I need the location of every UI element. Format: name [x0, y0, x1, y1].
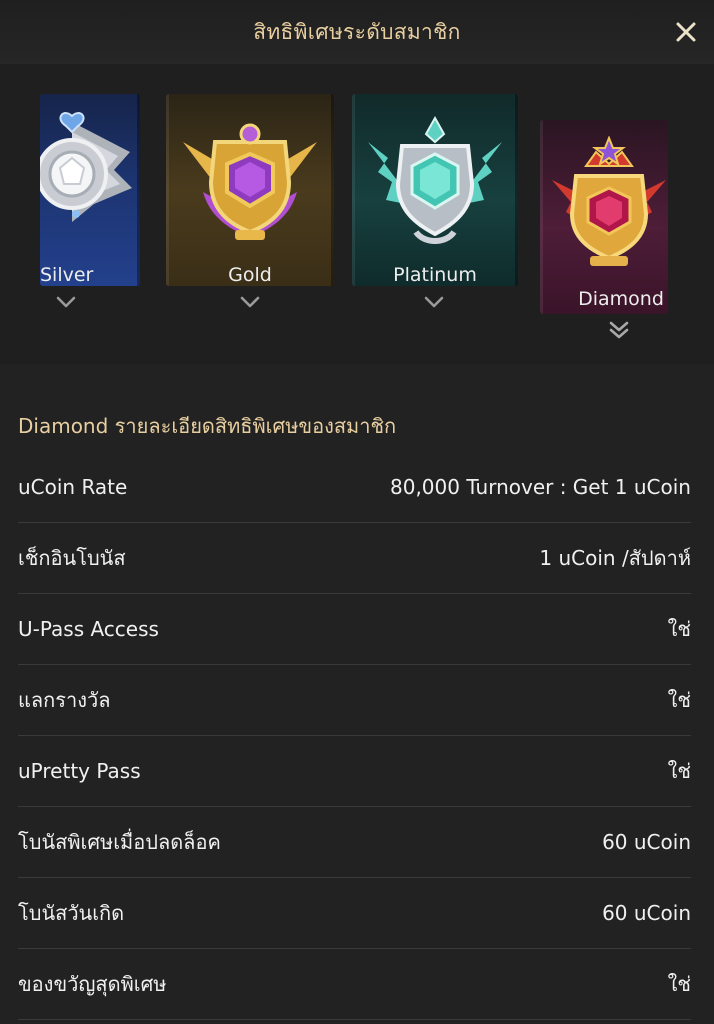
card-edge — [352, 94, 355, 286]
benefit-label: โบนัสวันเกิด — [18, 901, 125, 925]
benefit-label: uCoin Rate — [18, 475, 128, 499]
benefit-value: ใช่ — [667, 688, 691, 712]
tier-card-silver[interactable]: Silver — [40, 94, 140, 286]
benefit-row: U-Pass Access ใช่ — [18, 594, 691, 665]
details-title: Diamond รายละเอียดสิทธิพิเศษของสมาชิก — [18, 414, 397, 438]
benefit-label: เช็กอินโบนัส — [18, 546, 126, 570]
close-icon — [676, 22, 696, 42]
page-title: สิทธิพิเศษระดับสมาชิก — [253, 20, 461, 44]
benefit-row: โบนัสวันเกิด 60 uCoin — [18, 878, 691, 949]
silver-badge-icon — [40, 112, 132, 222]
benefit-value: 60 uCoin — [602, 830, 691, 854]
close-button[interactable] — [668, 14, 704, 50]
benefit-value: 80,000 Turnover : Get 1 uCoin — [390, 475, 691, 499]
tier-carousel[interactable]: Silver Gold Platinum Diamond — [0, 64, 714, 364]
tier-card-gold[interactable]: Gold — [166, 94, 334, 286]
tier-label-gold: Gold — [228, 264, 272, 286]
benefit-value: ใช่ — [667, 759, 691, 783]
benefit-row: เช็กอินโบนัส 1 uCoin /สัปดาห์ — [18, 523, 691, 594]
card-edge — [540, 120, 543, 314]
benefit-label: uPretty Pass — [18, 759, 141, 783]
chevron-down-icon[interactable] — [56, 296, 76, 308]
diamond-badge-icon — [552, 136, 666, 266]
chevron-down-icon[interactable] — [240, 296, 260, 308]
benefit-row: uCoin Rate 80,000 Turnover : Get 1 uCoin — [18, 452, 691, 523]
benefit-value: ใช่ — [667, 972, 691, 996]
benefits-list: uCoin Rate 80,000 Turnover : Get 1 uCoin… — [18, 452, 691, 1020]
benefit-label: โบนัสพิเศษเมื่อปลดล็อค — [18, 830, 221, 854]
tier-label-platinum: Platinum — [393, 264, 477, 286]
tier-card-platinum[interactable]: Platinum — [352, 94, 518, 286]
modal-header: สิทธิพิเศษระดับสมาชิก — [0, 0, 714, 65]
card-edge — [331, 94, 334, 286]
benefit-row: uPretty Pass ใช่ — [18, 736, 691, 807]
double-chevron-down-icon[interactable] — [608, 320, 630, 340]
tier-label-silver: Silver — [40, 264, 94, 286]
tier-card-diamond[interactable]: Diamond — [540, 120, 668, 314]
chevron-down-icon[interactable] — [424, 296, 444, 308]
benefit-value: ใช่ — [667, 617, 691, 641]
benefit-label: แลกรางวัล — [18, 688, 111, 712]
tier-label-diamond: Diamond — [578, 288, 664, 310]
benefit-label: ของขวัญสุดพิเศษ — [18, 972, 167, 996]
benefit-value: 60 uCoin — [602, 901, 691, 925]
card-edge — [515, 94, 518, 286]
gold-badge-icon — [183, 123, 317, 240]
card-edge — [166, 94, 169, 286]
benefit-row: ของขวัญสุดพิเศษ ใช่ — [18, 949, 691, 1020]
benefit-row: แลกรางวัล ใช่ — [18, 665, 691, 736]
benefit-label: U-Pass Access — [18, 617, 159, 641]
benefit-value: 1 uCoin /สัปดาห์ — [539, 546, 691, 570]
benefit-row: โบนัสพิเศษเมื่อปลดล็อค 60 uCoin — [18, 807, 691, 878]
platinum-badge-icon — [368, 115, 502, 244]
